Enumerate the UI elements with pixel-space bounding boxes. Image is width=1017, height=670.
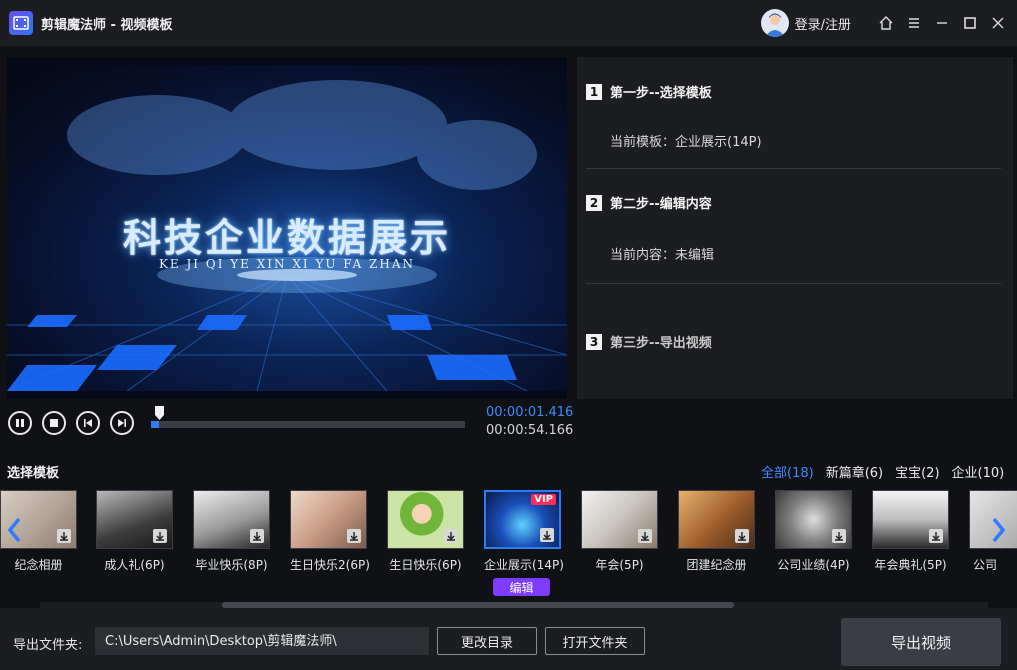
- template-name: 企业展示(14P): [484, 558, 564, 572]
- window-title: 剪辑魔法师 - 视频模板: [41, 17, 173, 33]
- template-name: 成人礼(6P): [104, 558, 165, 572]
- template-name: 公司业绩(4P): [777, 558, 850, 572]
- divider: [586, 168, 1001, 169]
- avatar[interactable]: [760, 9, 789, 37]
- download-icon[interactable]: [540, 528, 554, 542]
- chevron-right-icon: [992, 517, 1006, 543]
- stop-button[interactable]: [42, 411, 66, 435]
- title-bar: 剪辑魔法师 - 视频模板 登录/注册: [0, 0, 1017, 46]
- total-time: 00:00:54.166: [486, 423, 574, 438]
- close-icon[interactable]: [985, 10, 1011, 36]
- template-thumbnail: [387, 490, 464, 549]
- home-icon[interactable]: [873, 10, 899, 36]
- maximize-icon[interactable]: [957, 10, 983, 36]
- download-icon[interactable]: [250, 529, 264, 543]
- template-card[interactable]: 年会典礼(5P): [872, 490, 949, 573]
- template-card[interactable]: 团建纪念册: [678, 490, 755, 573]
- pause-icon: [16, 419, 24, 427]
- current-content-info: 当前内容：未编辑: [610, 248, 715, 263]
- output-folder-label: 导出文件夹:: [13, 638, 83, 653]
- template-thumbnail: [193, 490, 270, 549]
- template-card[interactable]: 生日快乐(6P): [387, 490, 464, 573]
- download-icon[interactable]: [929, 529, 943, 543]
- template-card[interactable]: 公司业绩(4P): [775, 490, 852, 573]
- stop-icon: [50, 419, 58, 427]
- pause-button[interactable]: [8, 411, 32, 435]
- template-name: 年会(5P): [595, 558, 644, 572]
- filter-baby[interactable]: 宝宝(2): [895, 462, 939, 481]
- progress-track[interactable]: [151, 421, 465, 428]
- template-card[interactable]: 成人礼(6P): [96, 490, 173, 573]
- template-name: 纪念相册: [14, 558, 63, 572]
- template-thumbnail: [775, 490, 852, 549]
- template-thumbnail: [678, 490, 755, 549]
- step-back-icon: [84, 419, 92, 427]
- template-thumbnail: [290, 490, 367, 549]
- template-thumbnail: VIP: [484, 490, 561, 549]
- template-thumbnail: [96, 490, 173, 549]
- template-card[interactable]: 毕业快乐(8P): [193, 490, 270, 573]
- template-name: 年会典礼(5P): [874, 558, 947, 572]
- download-icon[interactable]: [153, 529, 167, 543]
- progress-handle[interactable]: [155, 406, 164, 420]
- step-number: 1: [586, 83, 602, 100]
- preview-title-text: 科技企业数据展示: [122, 216, 451, 260]
- filter-enterprise[interactable]: 企业(10): [952, 462, 1005, 481]
- template-thumbnail: [872, 490, 949, 549]
- step-forward-icon: [118, 419, 126, 427]
- filter-new-chapter[interactable]: 新篇章(6): [826, 462, 883, 481]
- steps-panel: 1 第一步--选择模板 当前模板：企业展示(14P) 2 第二步--编辑内容 当…: [577, 57, 1013, 399]
- category-filters: 全部(18) 新篇章(6) 宝宝(2) 企业(10): [761, 462, 1016, 481]
- download-icon[interactable]: [832, 529, 846, 543]
- edit-template-button[interactable]: 编辑: [493, 578, 550, 596]
- template-card[interactable]: 年会(5P): [581, 490, 658, 573]
- export-video-button[interactable]: 导出视频: [841, 618, 1001, 666]
- chevron-left-icon: [7, 517, 21, 543]
- download-icon[interactable]: [444, 529, 458, 543]
- video-preview[interactable]: 科技企业数据展示 KE JI QI YE XIN XI YU FA ZHAN: [7, 57, 567, 399]
- step-3: 3 第三步--导出视频: [586, 332, 712, 351]
- divider: [586, 283, 1001, 284]
- step-2: 2 第二步--编辑内容: [586, 193, 712, 212]
- step-number: 2: [586, 194, 602, 211]
- preview-subtitle-text: KE JI QI YE XIN XI YU FA ZHAN: [158, 257, 416, 271]
- progress-fill: [151, 421, 160, 428]
- template-name: 生日快乐2(6P): [290, 558, 370, 572]
- template-card-selected[interactable]: VIP 企业展示(14P): [484, 490, 564, 573]
- next-frame-button[interactable]: [110, 411, 134, 435]
- scroll-left-button[interactable]: [3, 510, 25, 550]
- template-name: 公司: [973, 558, 998, 572]
- current-time: 00:00:01.416: [486, 405, 574, 420]
- section-title: 选择模板: [7, 466, 60, 481]
- step-label: 第三步--导出视频: [610, 336, 712, 351]
- preview-frame: 科技企业数据展示 KE JI QI YE XIN XI YU FA ZHAN: [7, 65, 567, 391]
- template-name: 生日快乐(6P): [389, 558, 462, 572]
- download-icon[interactable]: [347, 529, 361, 543]
- step-1: 1 第一步--选择模板: [586, 82, 712, 101]
- footer-bar: 导出文件夹: C:\Users\Admin\Desktop\剪辑魔法师\ 更改目…: [0, 608, 1017, 670]
- minimize-icon[interactable]: [929, 10, 955, 36]
- open-folder-button[interactable]: 打开文件夹: [545, 627, 645, 655]
- scroll-right-button[interactable]: [988, 510, 1010, 550]
- output-path-field[interactable]: C:\Users\Admin\Desktop\剪辑魔法师\: [95, 627, 429, 655]
- step-label: 第二步--编辑内容: [610, 197, 712, 212]
- login-link[interactable]: 登录/注册: [795, 14, 851, 33]
- step-number: 3: [586, 333, 602, 350]
- template-thumbnail: [581, 490, 658, 549]
- app-logo-icon: [9, 11, 33, 35]
- template-name: 团建纪念册: [686, 558, 747, 572]
- current-template-info: 当前模板：企业展示(14P): [610, 135, 762, 150]
- vip-badge: VIP: [531, 494, 556, 505]
- download-icon[interactable]: [638, 529, 652, 543]
- template-card[interactable]: 生日快乐2(6P): [290, 490, 370, 573]
- previous-frame-button[interactable]: [76, 411, 100, 435]
- template-name: 毕业快乐(8P): [195, 558, 268, 572]
- menu-icon[interactable]: [901, 10, 927, 36]
- change-directory-button[interactable]: 更改目录: [437, 627, 537, 655]
- filter-all[interactable]: 全部(18): [761, 462, 814, 481]
- download-icon[interactable]: [57, 529, 71, 543]
- step-label: 第一步--选择模板: [610, 86, 712, 101]
- download-icon[interactable]: [735, 529, 749, 543]
